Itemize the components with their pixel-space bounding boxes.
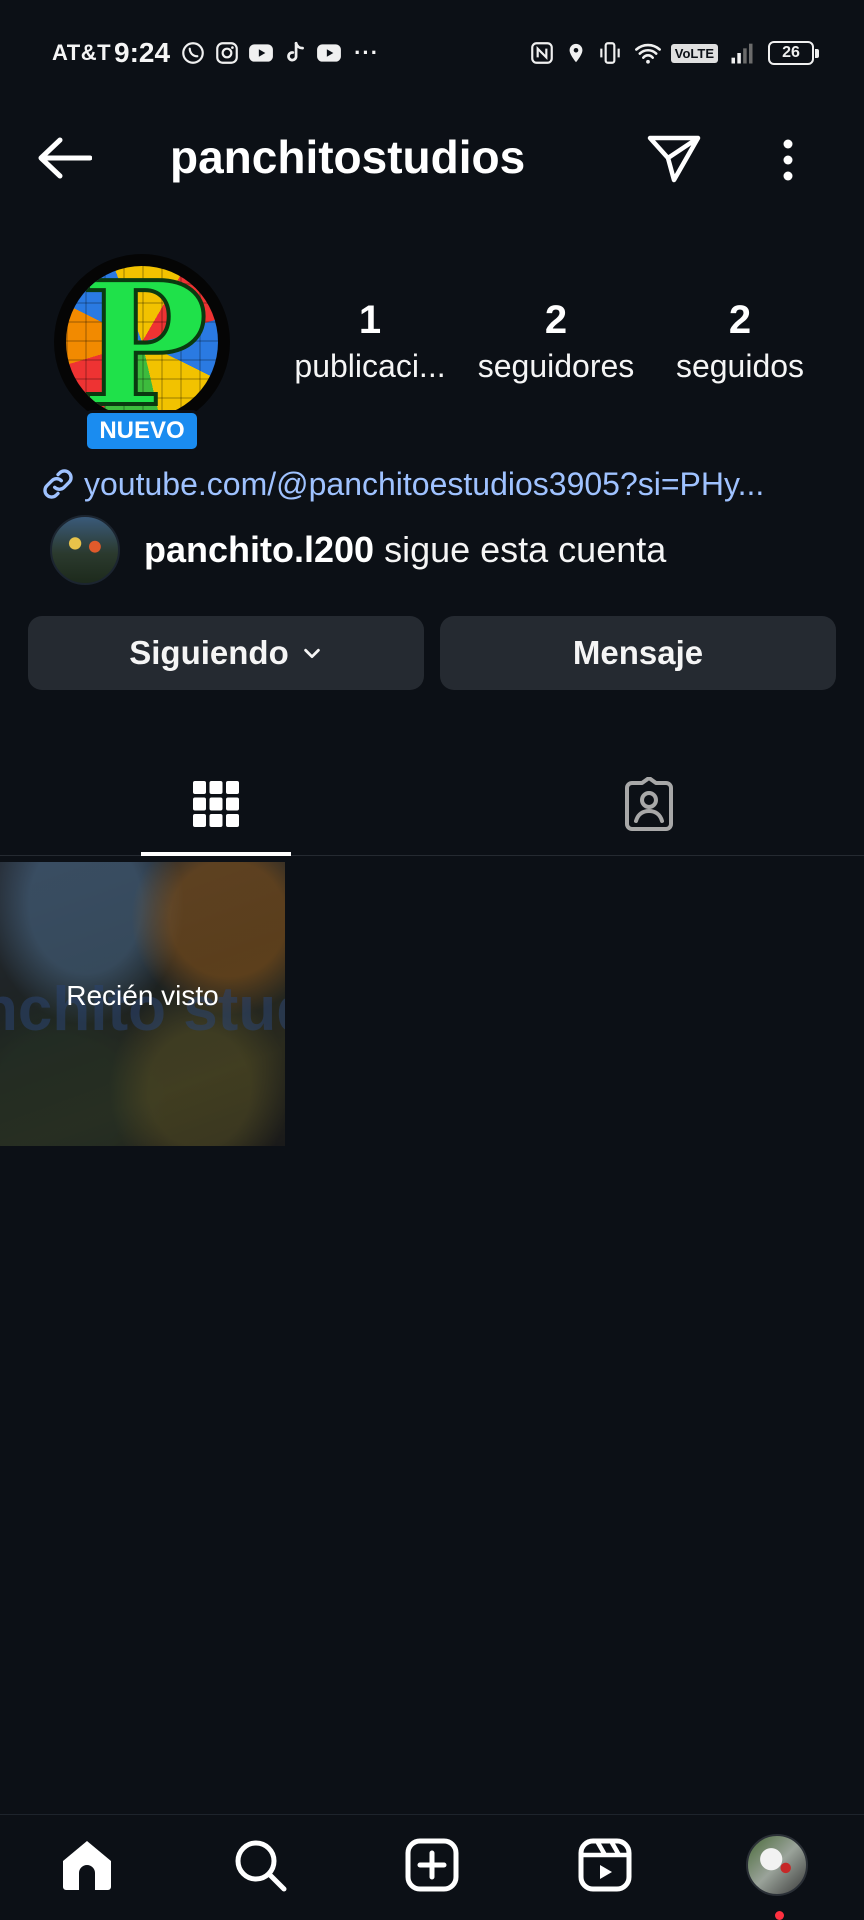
nav-search[interactable]	[228, 1833, 292, 1897]
send-icon	[647, 135, 701, 183]
instagram-icon	[214, 40, 240, 66]
nav-home[interactable]	[55, 1833, 119, 1897]
followed-by-text: panchito.l200 sigue esta cuenta	[144, 529, 666, 571]
status-bar: AT&T 9:24 ··· VoLTE 26	[0, 0, 864, 106]
profile-avatar[interactable]: P	[54, 254, 230, 430]
follower-avatar	[50, 515, 120, 585]
follower-username: panchito.l200	[144, 529, 375, 570]
youtube-icon	[248, 40, 274, 66]
followed-by-suffix: sigue esta cuenta	[374, 529, 667, 570]
youtube-icon	[316, 40, 342, 66]
more-vertical-icon	[783, 139, 793, 181]
home-icon	[63, 1841, 111, 1890]
carrier-label: AT&T	[52, 40, 112, 65]
nfc-icon	[529, 39, 555, 67]
post-thumbnail[interactable]: nchito studi Recién visto	[0, 862, 285, 1146]
following-button[interactable]: Siguiendo	[28, 616, 424, 690]
website-url: youtube.com/@panchitoestudios3905?si=PHy…	[84, 465, 765, 502]
more-notifications: ···	[354, 40, 380, 65]
back-arrow-icon	[38, 137, 92, 179]
app-header: panchitostudios	[0, 110, 864, 206]
options-button[interactable]	[770, 134, 806, 186]
followed-by-row[interactable]: panchito.l200 sigue esta cuenta	[50, 514, 666, 586]
following-label: seguidos	[675, 348, 805, 384]
stat-following[interactable]: 2 seguidos	[660, 296, 820, 388]
reels-icon	[578, 1838, 632, 1892]
send-message-button[interactable]	[646, 132, 706, 188]
message-button-label: Mensaje	[572, 634, 704, 671]
stat-posts[interactable]: 1 publicaci...	[290, 296, 450, 388]
status-right: VoLTE 26	[519, 39, 819, 67]
tagged-person-icon	[625, 777, 673, 831]
create-icon	[405, 1838, 459, 1892]
nav-reels[interactable]	[573, 1833, 637, 1897]
recently-viewed-label: Recién visto	[66, 980, 219, 1011]
posts-label: publicaci...	[294, 348, 446, 384]
whatsapp-icon	[180, 40, 206, 66]
wifi-icon	[633, 39, 663, 67]
tab-tagged[interactable]	[574, 752, 724, 856]
avatar-image: P	[66, 266, 218, 418]
avatar-logo-letter: P	[78, 266, 210, 418]
signal-icon	[728, 39, 756, 67]
avatar-ring: P	[54, 254, 230, 430]
vibrate-icon	[597, 39, 623, 67]
tab-posts-grid[interactable]	[141, 752, 291, 856]
posts-count: 1	[358, 298, 382, 342]
new-badge: NUEVO	[84, 410, 200, 452]
chevron-down-icon	[303, 648, 320, 659]
profile-tabs	[0, 752, 864, 856]
profile-avatar	[746, 1834, 808, 1896]
following-button-label: Siguiendo	[129, 634, 289, 671]
link-icon	[43, 469, 73, 499]
back-button[interactable]	[36, 134, 96, 182]
notification-dot	[775, 1911, 784, 1920]
message-button[interactable]: Mensaje	[440, 616, 836, 690]
clock: 9:24	[114, 37, 171, 68]
bottom-navigation	[0, 1814, 864, 1920]
stat-followers[interactable]: 2 seguidores	[468, 296, 644, 388]
grid-icon	[193, 781, 239, 827]
followers-count: 2	[544, 298, 568, 342]
nav-create[interactable]	[400, 1833, 464, 1897]
tiktok-icon	[282, 40, 308, 66]
profile-username: panchitostudios	[170, 131, 526, 183]
followers-label: seguidores	[477, 348, 635, 384]
location-icon	[565, 39, 587, 67]
battery-indicator: 26	[768, 41, 819, 65]
volte-badge: VoLTE	[670, 43, 718, 63]
search-icon	[235, 1840, 287, 1892]
nav-profile[interactable]	[745, 1833, 809, 1897]
status-left: AT&T 9:24 ···	[52, 37, 379, 69]
following-count: 2	[728, 298, 752, 342]
active-tab-indicator	[141, 852, 291, 856]
website-link[interactable]: youtube.com/@panchitoestudios3905?si=PHy…	[38, 460, 828, 508]
